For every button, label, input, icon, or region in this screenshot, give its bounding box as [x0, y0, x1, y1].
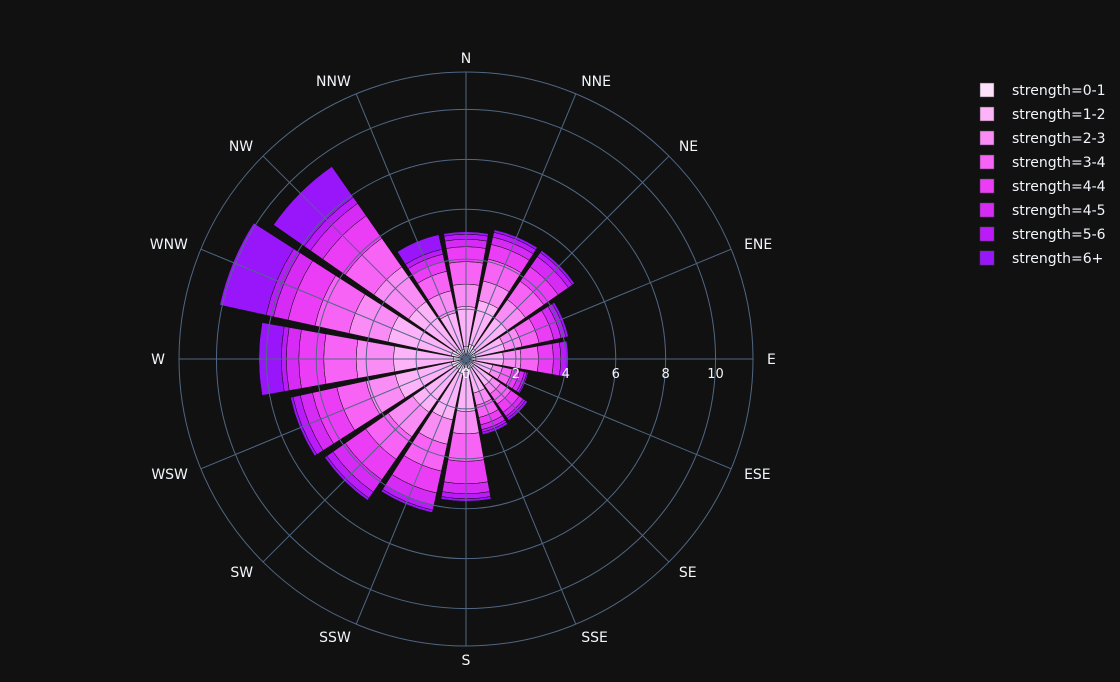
- legend-swatch: [979, 130, 995, 146]
- direction-label-ssw: SSW: [319, 630, 351, 646]
- legend-item[interactable]: strength=6+: [979, 250, 1103, 267]
- legend-swatch: [979, 154, 995, 170]
- legend: strength=0-1 strength=1-2 strength=2-3 stre…: [979, 82, 1106, 267]
- radial-tick-2: 2: [512, 367, 520, 382]
- direction-label-sse: SSE: [581, 630, 608, 646]
- direction-label-ese: ESE: [744, 467, 771, 483]
- legend-swatch: [979, 106, 995, 122]
- direction-label-nne: NNE: [581, 74, 611, 90]
- legend-swatch: [979, 178, 995, 194]
- direction-label-wsw: WSW: [151, 467, 188, 483]
- radial-tick-8: 8: [662, 367, 670, 382]
- legend-item[interactable]: strength=4-5: [979, 202, 1106, 219]
- legend-label: strength=1-2: [1012, 107, 1106, 123]
- legend-label: strength=3-4: [1012, 155, 1106, 171]
- direction-label-ene: ENE: [744, 237, 772, 253]
- legend-label: strength=0-1: [1012, 83, 1106, 99]
- legend-swatch: [979, 202, 995, 218]
- legend-item[interactable]: strength=1-2: [979, 106, 1106, 123]
- legend-item[interactable]: strength=0-1: [979, 82, 1106, 99]
- legend-item[interactable]: strength=4-4: [979, 178, 1106, 195]
- legend-label: strength=4-4: [1012, 179, 1106, 195]
- direction-label-n: N: [461, 51, 471, 67]
- radial-tick-6: 6: [612, 367, 620, 382]
- direction-label-e: E: [767, 352, 776, 368]
- direction-label-w: W: [151, 352, 165, 368]
- legend-swatch: [979, 226, 995, 242]
- direction-label-ne: NE: [679, 139, 698, 155]
- wind-rose-chart: N NNE NE ENE E ESE SE SSE S SSW SW WSW W WNW NW NNW 0 2 4…: [150, 51, 1106, 669]
- direction-label-nnw: NNW: [316, 74, 351, 90]
- direction-label-sw: SW: [230, 565, 253, 581]
- direction-label-se: SE: [679, 565, 697, 581]
- radial-tick-4: 4: [562, 367, 570, 382]
- legend-item[interactable]: strength=2-3: [979, 130, 1106, 147]
- legend-label: strength=5-6: [1012, 227, 1106, 243]
- legend-label: strength=6+: [1012, 251, 1103, 267]
- legend-swatch: [979, 82, 995, 98]
- direction-label-wnw: WNW: [150, 237, 188, 253]
- radial-tick-10: 10: [707, 367, 724, 382]
- legend-item[interactable]: strength=5-6: [979, 226, 1106, 243]
- direction-label-nw: NW: [229, 139, 253, 155]
- radial-tick-0: 0: [462, 367, 470, 382]
- legend-item[interactable]: strength=3-4: [979, 154, 1106, 171]
- legend-label: strength=2-3: [1012, 131, 1106, 147]
- direction-label-s: S: [462, 653, 471, 669]
- bars-layer: [219, 166, 575, 513]
- legend-swatch: [979, 250, 995, 266]
- legend-label: strength=4-5: [1012, 203, 1106, 219]
- polar-grid: [178, 71, 754, 647]
